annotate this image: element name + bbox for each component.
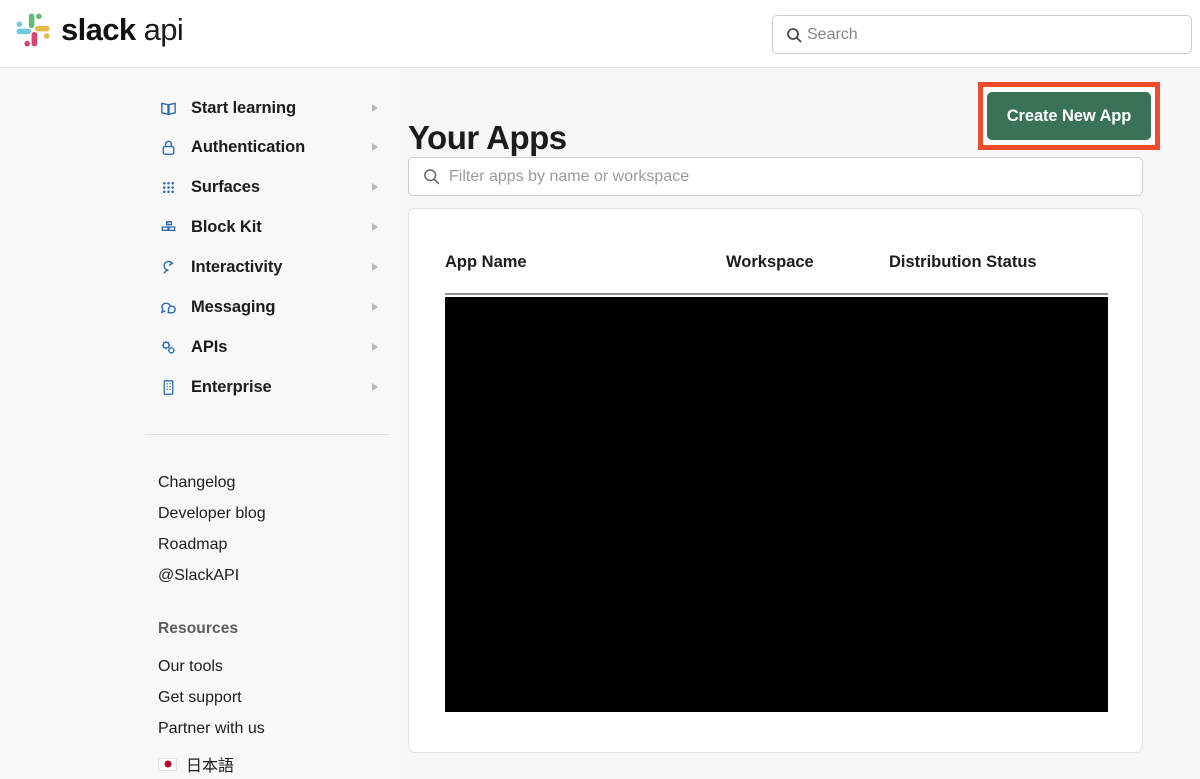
sidebar-divider bbox=[145, 434, 390, 435]
sidebar-item-label: Interactivity bbox=[191, 257, 283, 276]
sidebar-link-developer-blog[interactable]: Developer blog bbox=[158, 505, 266, 523]
chevron-right-icon bbox=[372, 183, 378, 191]
sidebar-link-get-support[interactable]: Get support bbox=[158, 689, 242, 707]
sidebar-link-partner-with-us[interactable]: Partner with us bbox=[158, 720, 265, 738]
create-new-app-button[interactable]: Create New App bbox=[987, 92, 1151, 140]
brand-slack-text: slack bbox=[61, 12, 136, 47]
sidebar-resources-heading: Resources bbox=[158, 620, 239, 637]
sidebar-item-label: Surfaces bbox=[191, 177, 260, 196]
sidebar-item-interactivity[interactable]: Interactivity bbox=[158, 254, 386, 280]
sidebar-item-label: Authentication bbox=[191, 137, 306, 156]
filter-apps-input[interactable] bbox=[449, 167, 1128, 186]
sidebar-item-label: APIs bbox=[191, 337, 228, 356]
main-content: Your Apps Create New App App Name Worksp… bbox=[400, 68, 1200, 779]
gears-icon bbox=[158, 337, 178, 357]
search-box[interactable] bbox=[772, 15, 1192, 54]
apps-table-redacted-rows bbox=[445, 297, 1108, 712]
building-icon bbox=[158, 377, 178, 397]
slack-api-logo-link[interactable]: slack api bbox=[16, 12, 184, 47]
chevron-right-icon bbox=[372, 143, 378, 151]
column-header-distribution-status: Distribution Status bbox=[889, 253, 1037, 271]
chevron-right-icon bbox=[372, 104, 378, 112]
blocks-icon bbox=[158, 217, 178, 237]
page-title: Your Apps bbox=[408, 119, 567, 157]
search-input[interactable] bbox=[807, 25, 1178, 44]
chevron-right-icon bbox=[372, 343, 378, 351]
grid-dots-icon bbox=[158, 177, 178, 197]
flag-japan-icon bbox=[158, 757, 177, 771]
sidebar-item-apis[interactable]: APIs bbox=[158, 334, 386, 360]
chevron-right-icon bbox=[372, 303, 378, 311]
top-header-bar: slack api bbox=[0, 0, 1200, 68]
sidebar-item-enterprise[interactable]: Enterprise bbox=[158, 374, 386, 400]
language-label: 日本語 bbox=[186, 758, 235, 775]
column-header-workspace: Workspace bbox=[726, 253, 814, 271]
brand-wordmark: slack api bbox=[61, 12, 184, 47]
plug-icon bbox=[158, 257, 178, 277]
sidebar-item-label: Start learning bbox=[191, 98, 296, 117]
sidebar-item-label: Messaging bbox=[191, 297, 276, 316]
sidebar-link-changelog[interactable]: Changelog bbox=[158, 474, 235, 492]
sidebar: Start learning Authentication Surfaces B… bbox=[0, 68, 400, 779]
chevron-right-icon bbox=[372, 383, 378, 391]
chevron-right-icon bbox=[372, 223, 378, 231]
book-open-icon bbox=[158, 98, 178, 118]
search-icon bbox=[787, 27, 802, 43]
apps-table-header-row: App Name Workspace Distribution Status bbox=[445, 249, 1108, 295]
brand-api-text: api bbox=[143, 12, 184, 47]
sidebar-item-messaging[interactable]: Messaging bbox=[158, 294, 386, 320]
sidebar-item-label: Enterprise bbox=[191, 377, 272, 396]
sidebar-link-slackapi[interactable]: @SlackAPI bbox=[158, 567, 239, 585]
sidebar-item-label: Block Kit bbox=[191, 217, 262, 236]
apps-list-card: App Name Workspace Distribution Status bbox=[408, 208, 1143, 753]
sidebar-link-language-japanese[interactable]: 日本語 bbox=[158, 752, 234, 776]
slack-logo-icon bbox=[16, 13, 50, 47]
sidebar-item-surfaces[interactable]: Surfaces bbox=[158, 174, 386, 200]
filter-apps-box[interactable] bbox=[408, 157, 1143, 196]
chevron-right-icon bbox=[372, 263, 378, 271]
sidebar-link-our-tools[interactable]: Our tools bbox=[158, 658, 223, 676]
column-header-app-name: App Name bbox=[445, 253, 527, 271]
sidebar-link-roadmap[interactable]: Roadmap bbox=[158, 536, 227, 554]
speech-bubble-icon bbox=[158, 297, 178, 317]
lock-icon bbox=[158, 137, 178, 157]
sidebar-item-start-learning[interactable]: Start learning bbox=[158, 95, 386, 121]
sidebar-item-authentication[interactable]: Authentication bbox=[158, 134, 386, 160]
sidebar-item-block-kit[interactable]: Block Kit bbox=[158, 214, 386, 240]
search-icon bbox=[424, 169, 440, 185]
